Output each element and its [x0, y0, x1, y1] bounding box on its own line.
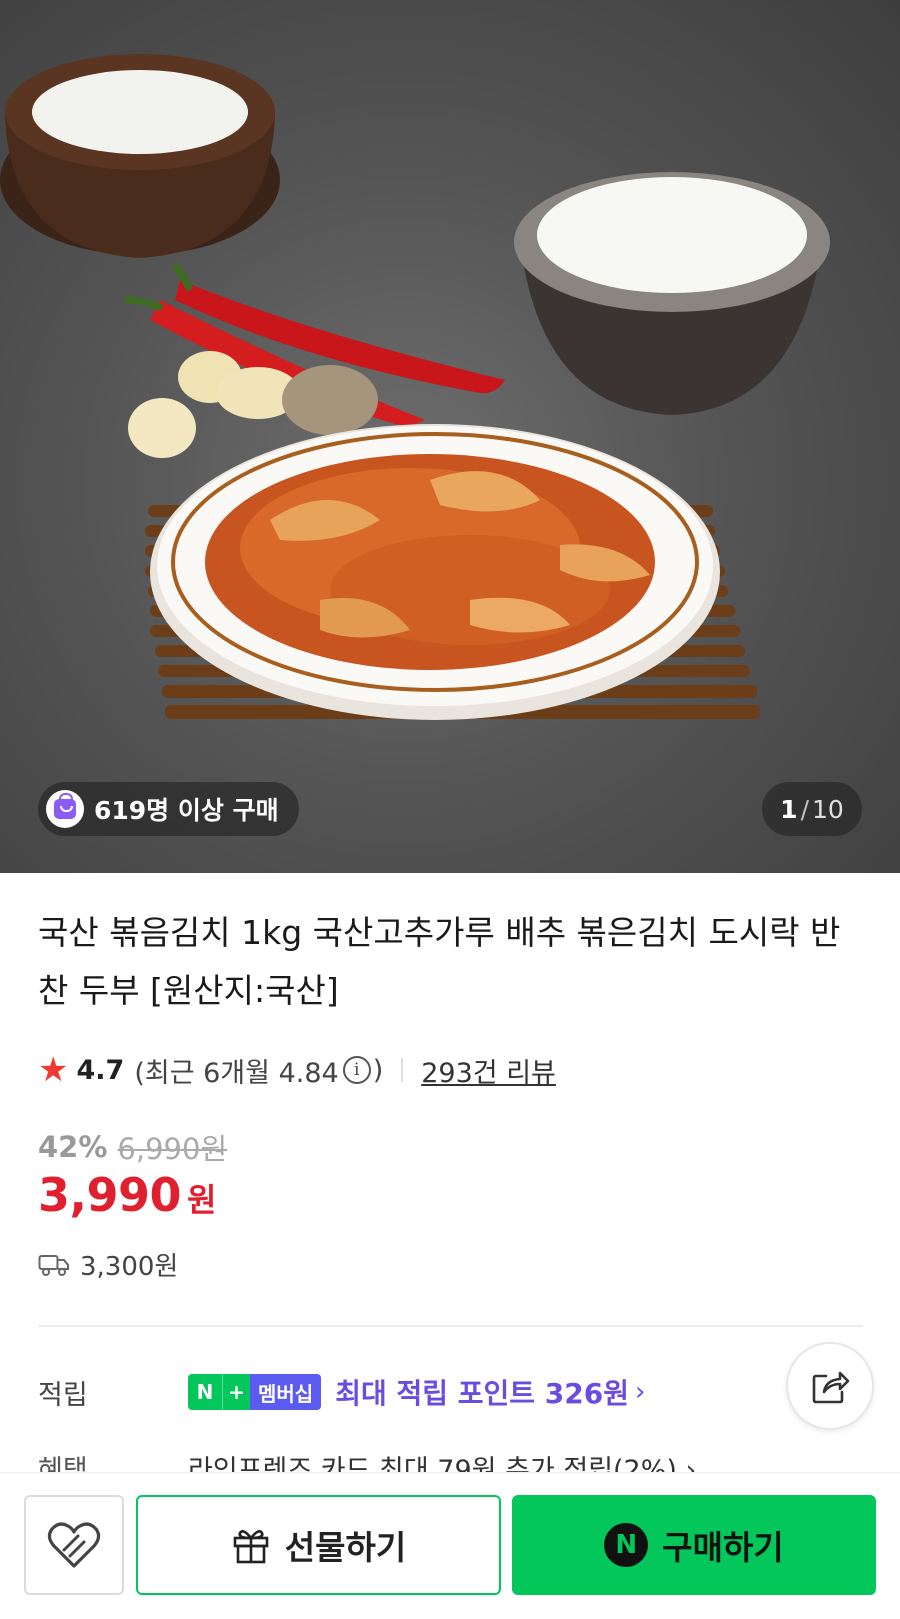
buy-button[interactable]: N 구매하기: [512, 1495, 876, 1595]
shipping-row: 3,300원: [38, 1246, 178, 1283]
gift-icon: [233, 1530, 269, 1564]
max-points-text[interactable]: 최대 적립 포인트 326원: [335, 1372, 629, 1412]
buy-button-label: 구매하기: [662, 1528, 784, 1567]
buyer-count-badge: 619명 이상 구매: [38, 782, 299, 836]
heart-icon: [47, 1522, 101, 1568]
share-icon: [812, 1371, 850, 1404]
divider: [401, 1058, 404, 1082]
gift-button-label: 선물하기: [284, 1528, 407, 1567]
info-icon[interactable]: i: [342, 1056, 371, 1084]
benefit-label: 혜택: [38, 1455, 88, 1472]
image-counter-separator: /: [800, 794, 810, 824]
image-counter-current: 1: [780, 794, 798, 824]
buyer-count-text: 619명 이상 구매: [94, 796, 279, 825]
npay-icon: N: [604, 1523, 649, 1567]
recent-rating-close: ): [372, 1054, 384, 1086]
wishlist-button[interactable]: [24, 1495, 124, 1595]
npay-n-icon: N: [188, 1374, 222, 1410]
share-button[interactable]: [786, 1342, 874, 1430]
review-count-link[interactable]: 293건 리뷰: [421, 1051, 556, 1090]
shipping-fee: 3,300원: [80, 1252, 179, 1282]
section-divider: [38, 1325, 862, 1327]
rating-score: 4.7: [76, 1054, 125, 1086]
points-label: 적립: [38, 1379, 88, 1411]
sale-price-row: 3,990 원: [38, 1168, 216, 1222]
sale-price: 3,990: [38, 1168, 182, 1222]
product-image[interactable]: 619명 이상 구매 1 / 10: [0, 0, 900, 873]
kimchi-photo: [0, 54, 830, 720]
npay-membership-badge: N + 멤버십: [188, 1374, 322, 1410]
discount-rate: 42%: [38, 1130, 108, 1164]
membership-label: 멤버십: [250, 1374, 322, 1410]
original-price: 6,990원: [117, 1132, 228, 1166]
image-counter-total: 10: [812, 794, 844, 824]
chevron-right-icon: ›: [634, 1377, 646, 1407]
truck-icon: [38, 1254, 69, 1276]
image-counter: 1 / 10: [762, 782, 862, 836]
star-icon: ★: [38, 1050, 69, 1090]
benefit-text: 라인프렌즈 카드 최대 79원 추가 적립(2%) ›: [188, 1455, 697, 1472]
product-title: 국산 볶음김치 1kg 국산고추가루 배추 볶은김치 도시락 반찬 두부 [원산…: [38, 913, 841, 1010]
points-row[interactable]: 적립 N + 멤버십 최대 적립 포인트 326원 ›: [38, 1368, 645, 1416]
plus-icon: +: [222, 1374, 250, 1410]
gift-button[interactable]: 선물하기: [136, 1495, 501, 1595]
rating-row: ★ 4.7 (최근 6개월 4.84 i ) 293건 리뷰: [38, 1050, 556, 1090]
bottom-action-bar: 선물하기 N 구매하기: [0, 1472, 900, 1619]
price-unit: 원: [187, 1181, 217, 1219]
recent-rating: (최근 6개월 4.84 i ): [134, 1051, 383, 1090]
price-discount-row: 42% 6,990원: [38, 1126, 227, 1168]
shopping-bag-icon: [46, 790, 84, 828]
recent-rating-text: (최근 6개월 4.84: [134, 1057, 339, 1089]
benefit-row[interactable]: 혜택 라인프렌즈 카드 최대 79원 추가 적립(2%) ›: [38, 1448, 696, 1472]
